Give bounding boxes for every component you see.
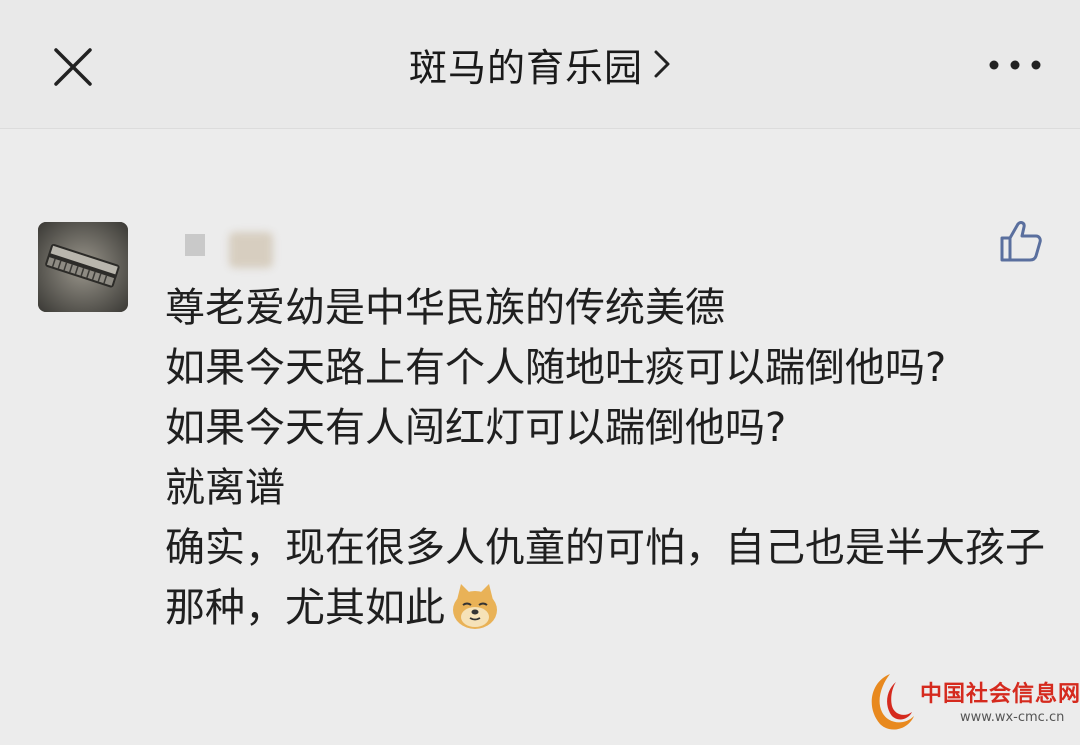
comment-text: 尊老爱幼是中华民族的传统美德 如果今天路上有个人随地吐痰可以踹倒他吗? 如果今天…: [165, 278, 1045, 638]
thumbs-up-icon[interactable]: [998, 218, 1044, 264]
watermark-name: 中国社会信息网: [920, 682, 1080, 707]
comment-line: 尊老爱幼是中华民族的传统美德: [165, 285, 725, 331]
chevron-right-icon[interactable]: [653, 49, 671, 79]
comment-line: 就离谱: [165, 465, 285, 511]
blur-block: [185, 234, 205, 256]
top-nav-bar: 斑马的育乐园: [0, 0, 1080, 129]
site-watermark: 中国社会信息网 www.wx-cmc.cn: [860, 668, 1080, 740]
comment-line-with-emoji: 确实，现在很多人仇童的可怕，自己也是半大孩子那种，尤其如此: [165, 518, 1045, 638]
title-area[interactable]: 斑马的育乐园: [0, 0, 1080, 128]
more-dots-icon[interactable]: [986, 55, 1044, 75]
harmonica-avatar: [38, 222, 128, 312]
avatar[interactable]: [38, 222, 128, 312]
comment-line: 如果今天路上有个人随地吐痰可以踹倒他吗?: [165, 345, 947, 391]
doge-emoji: [453, 584, 497, 629]
username-blurred: [165, 226, 275, 268]
watermark-logo: [871, 674, 914, 730]
comment-line: 如果今天有人闯红灯可以踹倒他吗?: [165, 405, 787, 451]
watermark-url: www.wx-cmc.cn: [960, 710, 1065, 725]
blur-block: [229, 232, 273, 268]
page-title[interactable]: 斑马的育乐园: [409, 37, 643, 92]
comment-line: 确实，现在很多人仇童的可怕，自己也是半大孩子那种，尤其如此: [165, 525, 1045, 631]
